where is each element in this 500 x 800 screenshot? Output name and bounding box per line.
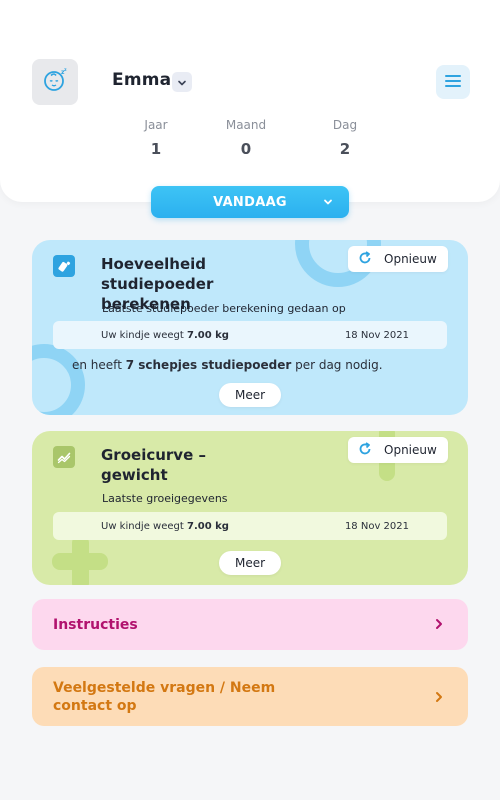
age-years-label: Jaar — [144, 118, 168, 132]
age-years-value: 1 — [150, 140, 162, 158]
sleeping-baby-icon: z z — [42, 67, 68, 97]
age-months-label: Maand — [225, 118, 267, 132]
refresh-icon — [358, 441, 372, 459]
chevron-down-icon — [177, 73, 187, 92]
result-suffix: per dag nodig. — [295, 358, 383, 372]
profile-dropdown-button[interactable] — [172, 72, 192, 92]
profile-name[interactable]: Emma — [112, 70, 171, 90]
formula-refresh-button[interactable]: Opnieuw — [348, 246, 448, 272]
instructions-link[interactable]: Instructies — [32, 599, 468, 650]
formula-more-button[interactable]: Meer — [219, 383, 281, 407]
growth-date: 18 Nov 2021 — [344, 520, 409, 532]
chevron-right-icon — [434, 690, 444, 708]
growth-curve-card: Groeicurve – gewicht Opnieuw Laatste gro… — [32, 431, 468, 585]
growth-weight-row: Uw kindje weegt 7.00 kg 18 Nov 2021 — [53, 512, 447, 540]
instructions-label: Instructies — [53, 616, 138, 633]
weight-value: 7.00 kg — [186, 520, 229, 532]
refresh-icon — [358, 250, 372, 268]
decorative-plus — [52, 535, 108, 585]
formula-date: 18 Nov 2021 — [344, 329, 409, 341]
decorative-ring — [32, 344, 85, 415]
age-days: Dag 2 — [300, 118, 390, 158]
growth-refresh-button[interactable]: Opnieuw — [348, 437, 448, 463]
refresh-label: Opnieuw — [384, 252, 437, 266]
weight-value: 7.00 kg — [186, 329, 229, 341]
age-days-label: Dag — [332, 118, 358, 132]
growth-card-title: Groeicurve – gewicht — [101, 445, 221, 485]
refresh-label: Opnieuw — [384, 443, 437, 457]
hamburger-menu-icon — [445, 73, 461, 92]
formula-calculation-card: Hoeveelheid studiepoeder berekenen Opnie… — [32, 240, 468, 415]
bottle-icon — [53, 255, 75, 277]
faq-contact-label: Veelgestelde vragen / Neem contact op — [53, 679, 276, 714]
faq-contact-link[interactable]: Veelgestelde vragen / Neem contact op — [32, 667, 468, 726]
result-prefix: en heeft — [72, 358, 122, 372]
formula-card-subtitle: Laatste studiepoeder berekening gedaan o… — [102, 302, 346, 315]
today-button-label: VANDAAG — [213, 194, 287, 210]
today-date-selector[interactable]: VANDAAG — [151, 186, 349, 218]
baby-avatar[interactable]: z z — [32, 59, 78, 105]
growth-card-title-text: Groeicurve – gewicht — [101, 446, 206, 484]
profile-header: z z Emma Jaar 1 Maand 0 Dag 2 — [0, 0, 500, 202]
age-days-value: 2 — [339, 140, 351, 158]
weight-text: Uw kindje weegt 7.00 kg — [101, 521, 229, 532]
chevron-down-icon — [323, 196, 333, 211]
growth-chart-icon — [53, 446, 75, 468]
formula-result: en heeft 7 schepjes studiepoeder per dag… — [72, 358, 383, 372]
svg-text:z: z — [64, 68, 67, 73]
result-amount: 7 schepjes studiepoeder — [125, 358, 292, 372]
menu-button[interactable] — [436, 65, 470, 99]
weight-prefix: Uw kindje weegt — [101, 329, 184, 341]
weight-text: Uw kindje weegt 7.00 kg — [101, 330, 229, 341]
age-months: Maand 0 — [201, 118, 291, 158]
chevron-right-icon — [434, 618, 444, 634]
age-months-value: 0 — [240, 140, 252, 158]
age-stats: Jaar 1 Maand 0 Dag 2 — [105, 118, 395, 160]
growth-more-button[interactable]: Meer — [219, 551, 281, 575]
weight-prefix: Uw kindje weegt — [101, 520, 184, 532]
formula-weight-row: Uw kindje weegt 7.00 kg 18 Nov 2021 — [53, 321, 447, 349]
age-years: Jaar 1 — [111, 118, 201, 158]
growth-card-subtitle: Laatste groeigegevens — [102, 492, 228, 505]
